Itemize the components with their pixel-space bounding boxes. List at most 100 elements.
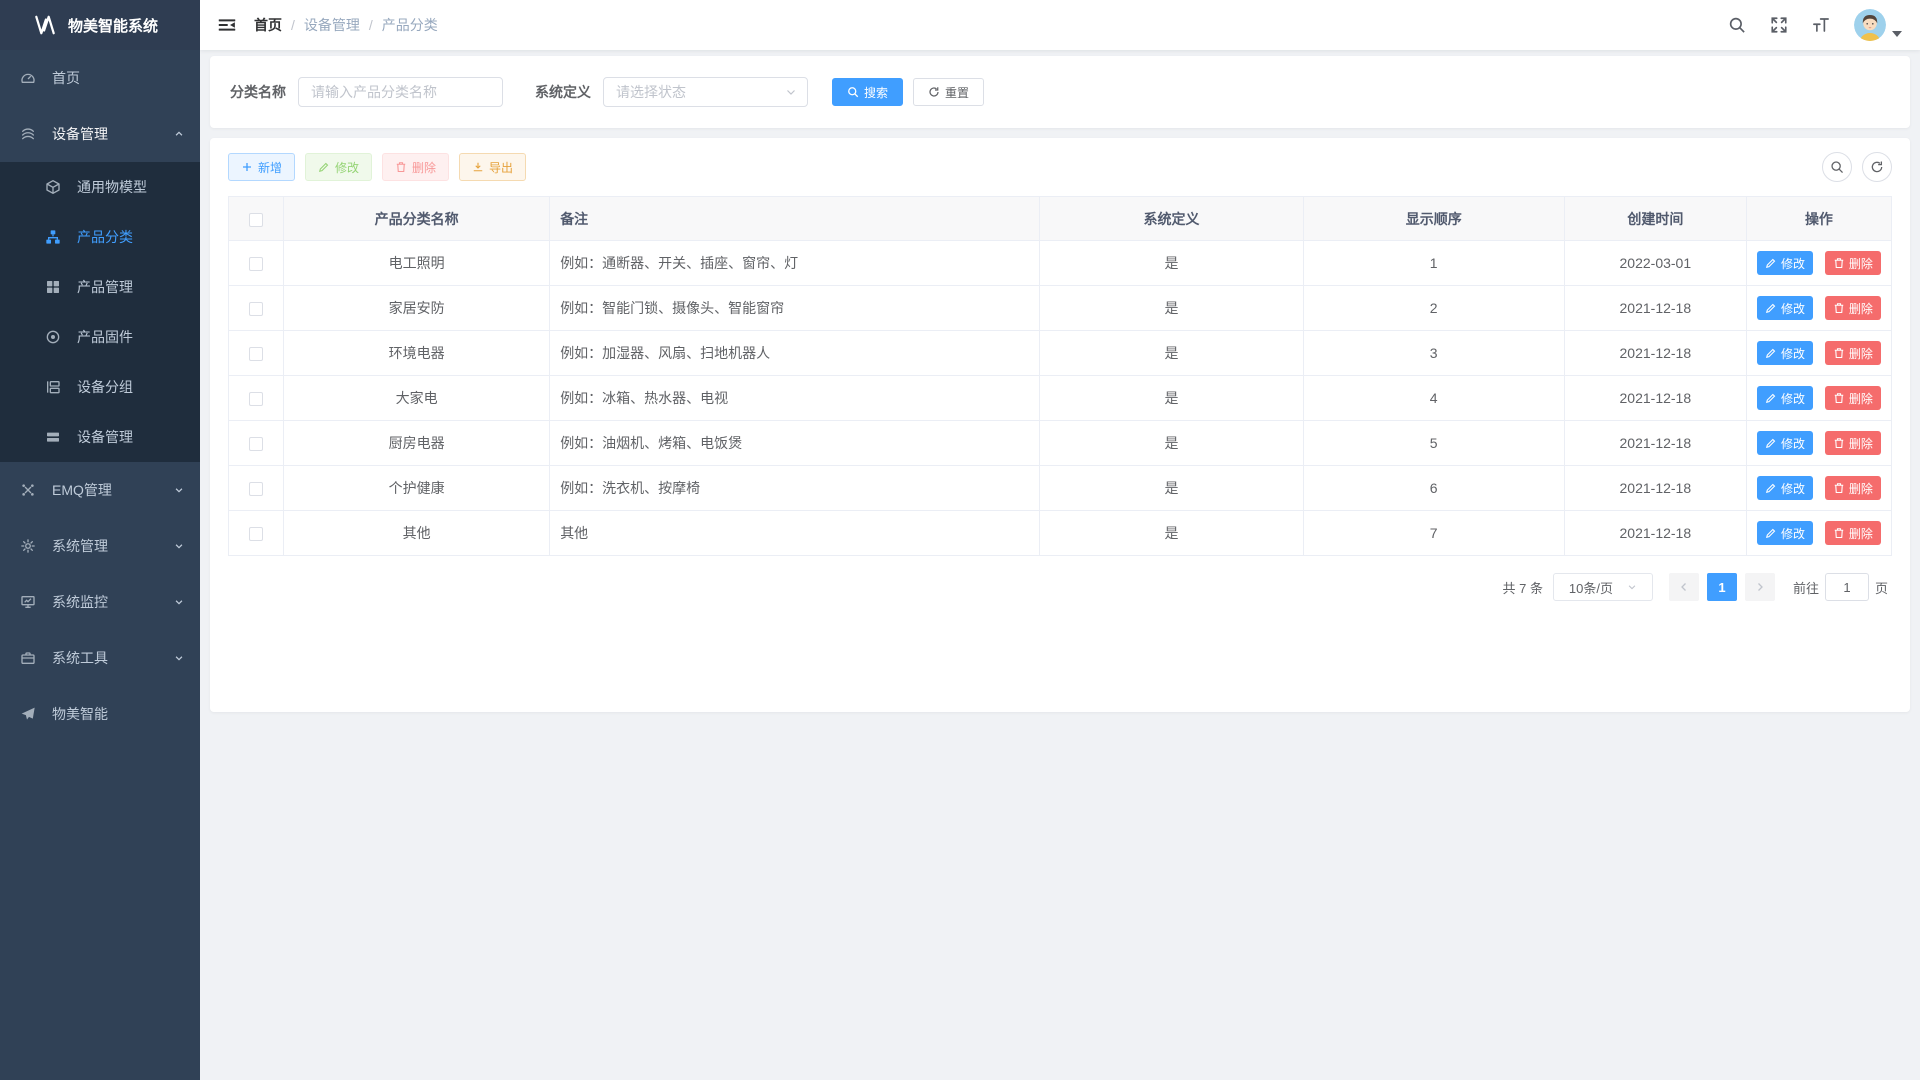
cell-remark: 其他 [550, 511, 1040, 556]
category-name-input[interactable] [298, 77, 503, 107]
search-button[interactable]: 搜索 [832, 78, 903, 106]
cell-category-name: 环境电器 [284, 331, 550, 376]
cell-created-time: 2021-12-18 [1564, 466, 1746, 511]
cell-category-name: 电工照明 [284, 241, 550, 286]
monitor-icon [20, 594, 36, 610]
search-icon[interactable] [1728, 16, 1746, 34]
row-checkbox[interactable] [249, 392, 263, 406]
briefcase-icon [20, 650, 36, 666]
sidebar-item-label: 产品管理 [77, 277, 133, 297]
cell-created-time: 2022-03-01 [1564, 241, 1746, 286]
breadcrumb-home[interactable]: 首页 [254, 15, 282, 35]
breadcrumb: 首页 / 设备管理 / 产品分类 [254, 15, 438, 35]
table-row: 电工照明 例如：通断器、开关、插座、窗帘、灯 是 1 2022-03-01 修改… [229, 241, 1892, 286]
refresh-button[interactable] [1862, 152, 1892, 182]
cell-display-order: 5 [1303, 421, 1564, 466]
next-page-button[interactable] [1745, 573, 1775, 601]
row-edit-button[interactable]: 修改 [1757, 386, 1813, 410]
toggle-search-button[interactable] [1822, 152, 1852, 182]
row-checkbox[interactable] [249, 482, 263, 496]
sidebar-item-product-firmware[interactable]: 产品固件 [0, 312, 200, 362]
sitemap-icon [45, 229, 61, 245]
prev-page-button[interactable] [1669, 573, 1699, 601]
app-title: 物美智能系统 [68, 15, 158, 36]
cell-created-time: 2021-12-18 [1564, 286, 1746, 331]
sidebar-item-product-management[interactable]: 产品管理 [0, 262, 200, 312]
sidebar-item-device-management[interactable]: 设备管理 [0, 106, 200, 162]
row-checkbox[interactable] [249, 257, 263, 271]
page-size-select[interactable]: 10条/页 [1553, 573, 1653, 601]
sidebar-item-system-monitor[interactable]: 系统监控 [0, 574, 200, 630]
page-number-1[interactable]: 1 [1707, 573, 1737, 601]
logo-icon [34, 14, 56, 36]
row-delete-button[interactable]: 删除 [1825, 521, 1881, 545]
page-unit-label: 页 [1875, 578, 1888, 597]
cell-display-order: 6 [1303, 466, 1564, 511]
cell-display-order: 1 [1303, 241, 1564, 286]
table-row: 大家电 例如：冰箱、热水器、电视 是 4 2021-12-18 修改 删除 [229, 376, 1892, 421]
app-logo[interactable]: 物美智能系统 [0, 0, 200, 50]
header-display-order: 显示顺序 [1303, 197, 1564, 241]
export-button[interactable]: 导出 [459, 153, 526, 181]
status-select[interactable]: 请选择状态 [603, 77, 808, 107]
server-icon [45, 429, 61, 445]
sidebar-item-label: 首页 [52, 68, 80, 88]
cell-system-defined: 是 [1040, 241, 1303, 286]
reset-button[interactable]: 重置 [913, 78, 984, 106]
chevron-down-icon [174, 485, 184, 495]
row-checkbox[interactable] [249, 437, 263, 451]
row-edit-button[interactable]: 修改 [1757, 431, 1813, 455]
sidebar-item-emq-management[interactable]: EMQ管理 [0, 462, 200, 518]
cell-created-time: 2021-12-18 [1564, 511, 1746, 556]
sidebar-item-product-category[interactable]: 产品分类 [0, 212, 200, 262]
sidebar-item-wumei-smart-link[interactable]: 物美智能 [0, 686, 200, 742]
user-menu[interactable] [1854, 9, 1902, 41]
header-system-defined: 系统定义 [1040, 197, 1303, 241]
sidebar-item-system-tools[interactable]: 系统工具 [0, 630, 200, 686]
row-checkbox[interactable] [249, 302, 263, 316]
row-delete-button[interactable]: 删除 [1825, 476, 1881, 500]
grid-icon [45, 279, 61, 295]
sidebar-item-label: 产品固件 [77, 327, 133, 347]
font-size-icon[interactable] [1812, 16, 1830, 34]
sidebar-item-home[interactable]: 首页 [0, 50, 200, 106]
sidebar-item-device-group[interactable]: 设备分组 [0, 362, 200, 412]
cell-category-name: 个护健康 [284, 466, 550, 511]
row-edit-button[interactable]: 修改 [1757, 521, 1813, 545]
row-delete-button[interactable]: 删除 [1825, 386, 1881, 410]
sidebar-item-system-management[interactable]: 系统管理 [0, 518, 200, 574]
sidebar-item-label: 物美智能 [52, 704, 108, 724]
goto-page-input[interactable] [1825, 573, 1869, 601]
row-delete-button[interactable]: 删除 [1825, 431, 1881, 455]
add-button[interactable]: 新增 [228, 153, 295, 181]
row-edit-button[interactable]: 修改 [1757, 251, 1813, 275]
row-edit-button[interactable]: 修改 [1757, 341, 1813, 365]
cell-display-order: 3 [1303, 331, 1564, 376]
delete-button[interactable]: 删除 [382, 153, 449, 181]
row-delete-button[interactable]: 删除 [1825, 341, 1881, 365]
table-row: 环境电器 例如：加湿器、风扇、扫地机器人 是 3 2021-12-18 修改 删… [229, 331, 1892, 376]
cell-created-time: 2021-12-18 [1564, 376, 1746, 421]
hamburger-fold-icon[interactable] [218, 16, 236, 34]
paper-plane-icon [20, 706, 36, 722]
row-delete-button[interactable]: 删除 [1825, 251, 1881, 275]
cell-category-name: 家居安防 [284, 286, 550, 331]
header-actions: 操作 [1746, 197, 1891, 241]
chevron-up-icon [174, 129, 184, 139]
cell-created-time: 2021-12-18 [1564, 421, 1746, 466]
row-delete-button[interactable]: 删除 [1825, 296, 1881, 320]
row-checkbox[interactable] [249, 527, 263, 541]
row-edit-button[interactable]: 修改 [1757, 296, 1813, 320]
avatar[interactable] [1854, 9, 1886, 41]
cell-remark: 例如：加湿器、风扇、扫地机器人 [550, 331, 1040, 376]
sidebar-item-device-management-sub[interactable]: 设备管理 [0, 412, 200, 462]
row-checkbox[interactable] [249, 347, 263, 361]
fullscreen-icon[interactable] [1770, 16, 1788, 34]
select-all-checkbox[interactable] [249, 213, 263, 227]
sidebar-item-thing-model[interactable]: 通用物模型 [0, 162, 200, 212]
breadcrumb-separator: / [369, 17, 373, 33]
toolbar-right [1822, 152, 1892, 182]
edit-button[interactable]: 修改 [305, 153, 372, 181]
row-edit-button[interactable]: 修改 [1757, 476, 1813, 500]
cell-remark: 例如：油烟机、烤箱、电饭煲 [550, 421, 1040, 466]
